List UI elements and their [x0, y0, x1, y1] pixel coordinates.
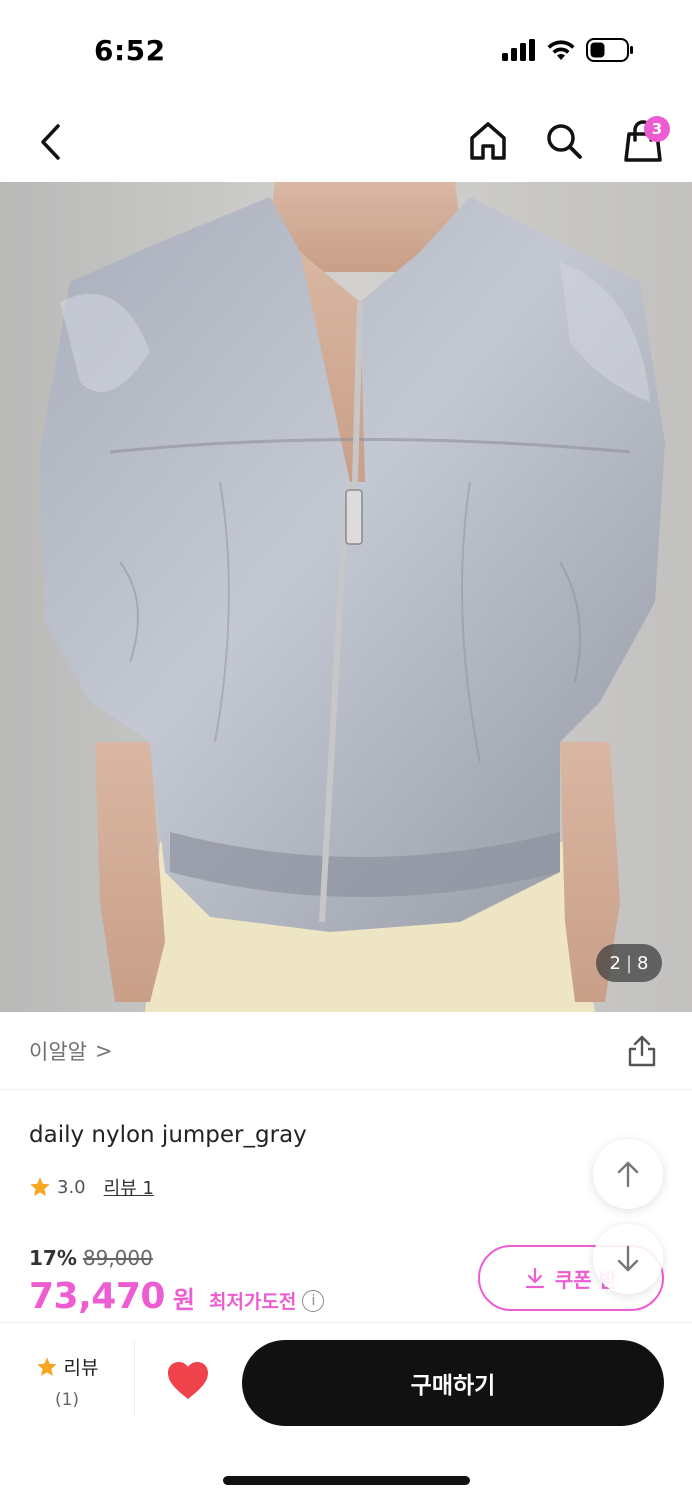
cart-button[interactable]: 3 — [620, 116, 670, 166]
product-image[interactable]: 2 | 8 — [0, 182, 692, 1012]
info-icon[interactable]: i — [302, 1289, 325, 1312]
battery-icon — [586, 38, 633, 62]
discount-rate: 17% — [29, 1246, 77, 1270]
star-icon — [30, 1177, 50, 1196]
search-icon — [547, 124, 582, 159]
status-bar: 6:52 — [0, 0, 692, 100]
brand-link[interactable]: 이알알 > — [29, 1036, 113, 1066]
cart-count-badge: 3 — [644, 116, 670, 142]
arrow-down-icon — [617, 1245, 639, 1272]
download-icon — [525, 1267, 545, 1289]
share-button[interactable] — [626, 1034, 658, 1068]
status-icons — [502, 38, 634, 62]
search-button[interactable] — [542, 118, 586, 164]
discount-row: 17% 89,000 — [29, 1246, 153, 1270]
price-row: 73,470 원 최저가도전 i — [29, 1276, 325, 1317]
review-tab-label-row: 리뷰 — [30, 1353, 104, 1380]
lowest-price-tag[interactable]: 최저가도전 i — [209, 1287, 325, 1314]
scroll-down-button[interactable] — [593, 1224, 663, 1294]
product-title: daily nylon jumper_gray — [29, 1122, 307, 1148]
wifi-icon — [547, 40, 575, 60]
review-tab[interactable]: 리뷰 (1) — [30, 1353, 104, 1410]
lowest-price-label: 최저가도전 — [209, 1291, 297, 1313]
chevron-left-icon — [41, 124, 60, 160]
star-icon — [36, 1356, 57, 1376]
brand-name: 이알알 — [29, 1040, 87, 1064]
bottom-action-bar: 리뷰 (1) 구매하기 — [0, 1322, 692, 1430]
image-counter: 2 | 8 — [596, 944, 662, 982]
review-count-link[interactable]: 리뷰 1 — [104, 1174, 154, 1200]
share-icon — [628, 1035, 656, 1067]
like-button[interactable] — [166, 1361, 210, 1401]
rating-value: 3.0 — [57, 1176, 86, 1198]
buy-button[interactable]: 구매하기 — [242, 1340, 664, 1426]
image-counter-current: 2 — [609, 952, 621, 974]
product-photo — [0, 182, 692, 1012]
home-button[interactable] — [466, 118, 510, 164]
home-icon — [470, 122, 506, 160]
arrow-up-icon — [617, 1161, 639, 1188]
home-indicator — [223, 1476, 470, 1485]
price-currency: 원 — [172, 1286, 196, 1314]
review-tab-count: (1) — [54, 1390, 80, 1410]
scroll-up-button[interactable] — [593, 1139, 663, 1209]
image-counter-separator: | — [625, 952, 633, 974]
nav-bar: 3 — [0, 100, 692, 182]
status-time: 6:52 — [94, 34, 166, 67]
image-counter-total: 8 — [637, 952, 649, 974]
original-price: 89,000 — [82, 1246, 153, 1270]
back-button[interactable] — [30, 120, 70, 164]
brand-row: 이알알 > — [0, 1012, 692, 1090]
review-tab-label: 리뷰 — [63, 1357, 99, 1379]
rating-row: 3.0 리뷰 1 — [29, 1174, 154, 1200]
sale-price: 73,470 — [29, 1276, 165, 1317]
brand-chevron: > — [94, 1039, 113, 1063]
heart-icon — [168, 1362, 208, 1399]
divider — [134, 1341, 135, 1417]
cellular-signal-icon — [502, 39, 535, 61]
